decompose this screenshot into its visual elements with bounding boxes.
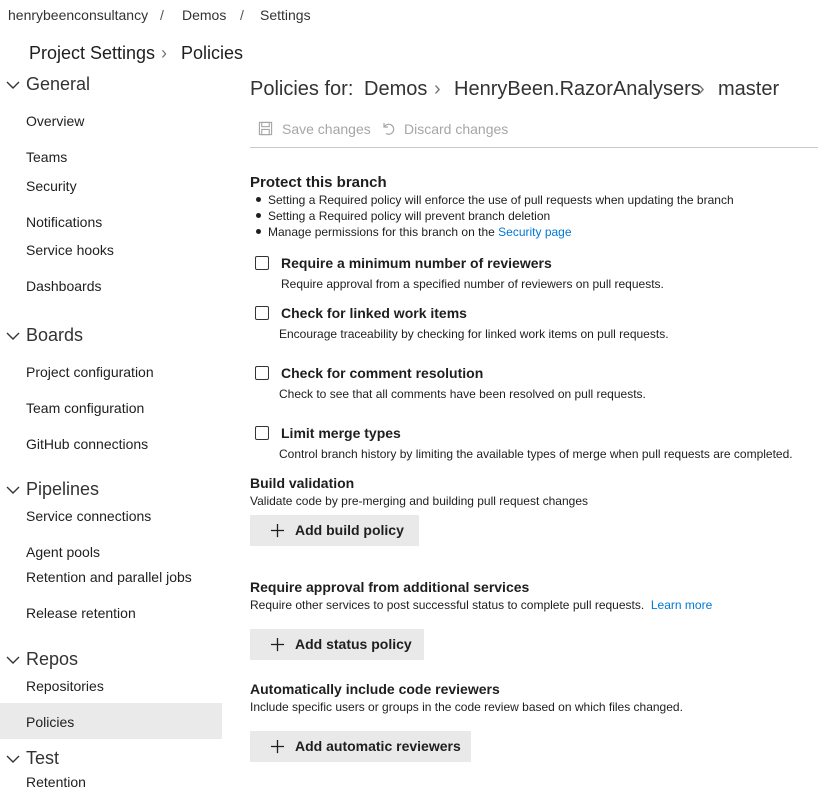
breadcrumb-settings[interactable]: Settings <box>260 7 311 23</box>
sidebar-item-repositories[interactable]: Repositories <box>26 678 104 694</box>
page-title-current: Policies <box>181 43 244 63</box>
breadcrumb-project[interactable]: Demos <box>182 7 226 23</box>
status-checks-title: Require approval from additional service… <box>250 579 530 595</box>
bullet-dot <box>256 213 261 218</box>
require-reviewers-label[interactable]: Require a minimum number of reviewers <box>281 255 552 271</box>
chevron-down-icon[interactable] <box>5 482 21 498</box>
limit-merge-types-label[interactable]: Limit merge types <box>281 425 401 441</box>
linked-work-items-label[interactable]: Check for linked work items <box>281 305 467 321</box>
sidebar-item-teams[interactable]: Teams <box>26 149 67 165</box>
comment-resolution-label[interactable]: Check for comment resolution <box>281 365 483 381</box>
linked-work-items-desc: Encourage traceability by checking for l… <box>279 327 669 341</box>
plus-icon <box>270 637 285 652</box>
header-separator: › <box>434 78 441 100</box>
chevron-down-icon[interactable] <box>5 328 21 344</box>
comment-resolution-desc: Check to see that all comments have been… <box>279 387 646 401</box>
sidebar-item-team-configuration[interactable]: Team configuration <box>26 400 144 416</box>
protect-bullet: Setting a Required policy will prevent b… <box>268 209 551 223</box>
bullet-dot <box>256 197 261 202</box>
sidebar-item-dashboards[interactable]: Dashboards <box>26 278 102 294</box>
header-project[interactable]: Demos <box>364 78 427 101</box>
add-automatic-reviewers-label: Add automatic reviewers <box>295 738 461 754</box>
require-reviewers-desc: Require approval from a specified number… <box>281 277 664 291</box>
protect-bullet: Setting a Required policy will enforce t… <box>268 193 734 207</box>
comment-resolution-checkbox[interactable] <box>255 366 269 380</box>
save-icon <box>258 121 273 136</box>
page-title-root[interactable]: Project Settings <box>29 43 155 64</box>
chevron-down-icon[interactable] <box>5 751 21 767</box>
protect-bullet: Manage permissions for this branch on th… <box>268 225 572 239</box>
breadcrumb-org[interactable]: henrybeenconsultancy <box>8 7 148 23</box>
add-build-policy-label: Add build policy <box>295 522 404 538</box>
sidebar-item-project-configuration[interactable]: Project configuration <box>26 364 154 380</box>
undo-icon <box>383 123 395 135</box>
protect-branch-title: Protect this branch <box>250 174 387 191</box>
sidebar-item-agent-pools[interactable]: Agent pools <box>26 544 100 560</box>
add-automatic-reviewers-button[interactable]: Add automatic reviewers <box>250 731 471 762</box>
sidebar-item-service-hooks[interactable]: Service hooks <box>26 242 114 258</box>
sidebar-group-pipelines[interactable]: Pipelines <box>26 479 99 500</box>
auto-reviewers-subtitle: Include specific users or groups in the … <box>250 700 683 714</box>
add-status-policy-label: Add status policy <box>295 636 412 652</box>
header-separator: › <box>698 78 705 100</box>
header-repository[interactable]: HenryBeen.RazorAnalysers <box>454 78 701 101</box>
sidebar-item-overview[interactable]: Overview <box>26 113 84 129</box>
sidebar-item-retention[interactable]: Retention <box>26 774 86 790</box>
header-branch[interactable]: master <box>718 78 779 101</box>
toolbar-divider <box>250 147 818 148</box>
add-build-policy-button[interactable]: Add build policy <box>250 515 419 546</box>
build-validation-subtitle: Validate code by pre-merging and buildin… <box>250 494 588 508</box>
plus-icon <box>270 523 285 538</box>
status-checks-subtitle: Require other services to post successfu… <box>250 598 713 612</box>
sidebar-item-security[interactable]: Security <box>26 178 77 194</box>
sidebar-item-notifications[interactable]: Notifications <box>26 214 102 230</box>
chevron-down-icon[interactable] <box>5 77 21 93</box>
sidebar-group-general[interactable]: General <box>26 74 90 95</box>
breadcrumb-separator: / <box>160 7 164 23</box>
build-validation-title: Build validation <box>250 475 355 491</box>
sidebar-item-policies[interactable]: Policies <box>26 714 74 730</box>
breadcrumb-separator: / <box>240 7 244 23</box>
security-page-link[interactable]: Security page <box>498 225 571 239</box>
limit-merge-types-desc: Control branch history by limiting the a… <box>279 447 793 461</box>
sidebar-item-release-retention[interactable]: Release retention <box>26 605 136 621</box>
policies-for-label: Policies for: <box>250 78 354 100</box>
page-title-separator: › <box>161 43 167 63</box>
sidebar-item-service-connections[interactable]: Service connections <box>26 508 151 524</box>
learn-more-link[interactable]: Learn more <box>651 598 712 612</box>
auto-reviewers-title: Automatically include code reviewers <box>250 681 500 697</box>
save-changes-button[interactable]: Save changes <box>282 121 371 137</box>
sidebar-group-repos[interactable]: Repos <box>26 649 78 670</box>
sidebar-item-github-connections[interactable]: GitHub connections <box>26 436 148 452</box>
chevron-down-icon[interactable] <box>5 652 21 668</box>
sidebar-group-boards[interactable]: Boards <box>26 325 83 346</box>
add-status-policy-button[interactable]: Add status policy <box>250 629 424 660</box>
plus-icon <box>270 739 285 754</box>
discard-changes-button[interactable]: Discard changes <box>404 121 508 137</box>
linked-work-items-checkbox[interactable] <box>255 306 269 320</box>
sidebar-group-test[interactable]: Test <box>26 748 59 769</box>
require-reviewers-checkbox[interactable] <box>255 256 269 270</box>
limit-merge-types-checkbox[interactable] <box>255 426 269 440</box>
bullet-dot <box>256 229 261 234</box>
sidebar-item-retention-parallel-jobs[interactable]: Retention and parallel jobs <box>26 569 192 585</box>
